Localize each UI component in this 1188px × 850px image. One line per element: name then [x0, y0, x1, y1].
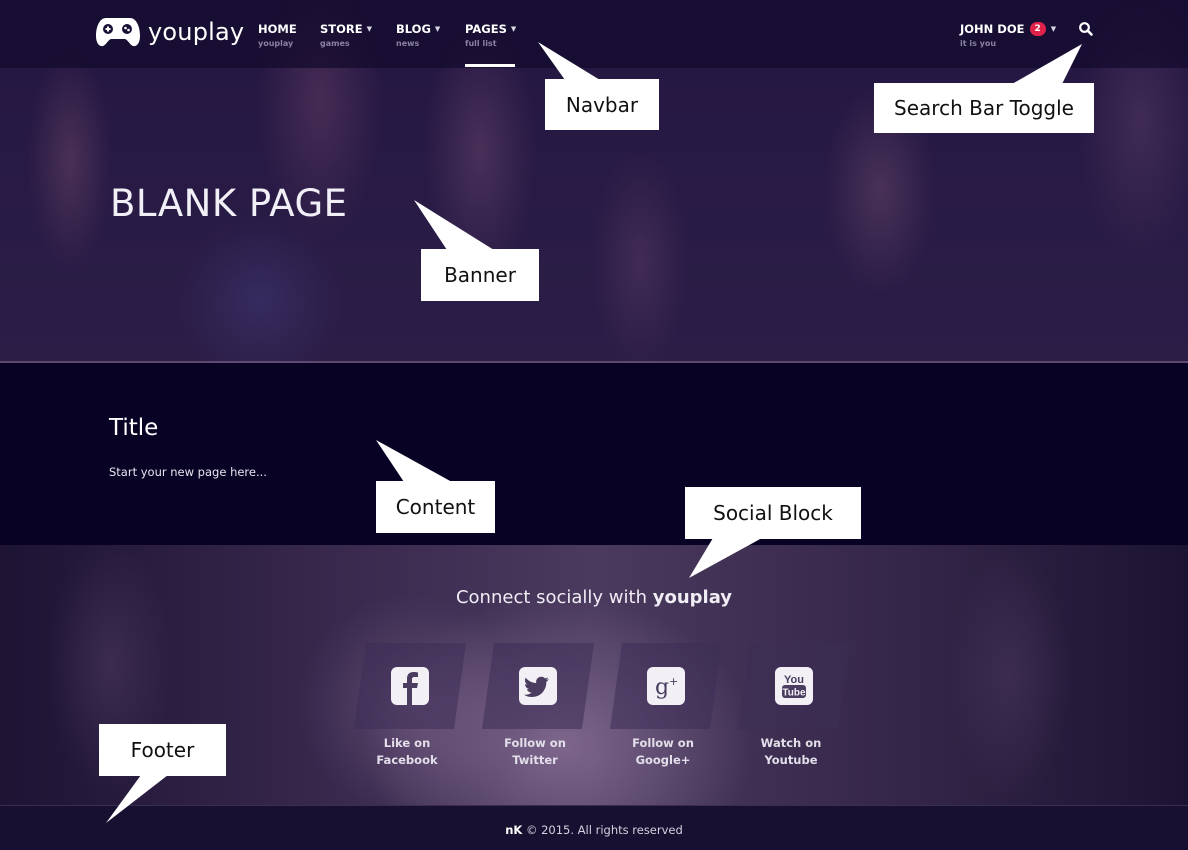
copyright-text: © 2015. All rights reserved	[522, 823, 683, 837]
social-item-youtube[interactable]: You Tube Watch on Youtube	[737, 643, 851, 769]
banner-callout: Banner	[421, 249, 539, 301]
nav-label: STORE	[320, 22, 363, 36]
nav-label: HOME	[258, 22, 297, 36]
active-nav-indicator	[465, 64, 515, 67]
nav-item-home[interactable]: HOME youplay	[258, 22, 297, 48]
nav-sublabel: full list	[465, 39, 497, 48]
logo[interactable]: youplay	[96, 16, 244, 48]
svg-text:You: You	[784, 674, 804, 686]
user-sublabel: it is you	[960, 39, 997, 48]
nav-label: PAGES	[465, 22, 507, 36]
twitter-icon	[519, 667, 557, 705]
social-tile[interactable]: You Tube	[737, 643, 851, 729]
content-text: Start your new page here...	[109, 465, 267, 479]
footer-callout: Footer	[99, 724, 226, 776]
page-title: BLANK PAGE	[110, 182, 348, 225]
caret-down-icon: ▼	[366, 25, 373, 33]
nav-sublabel: youplay	[258, 39, 294, 48]
search-callout: Search Bar Toggle	[874, 83, 1094, 133]
svg-text:+: +	[669, 675, 678, 688]
nav-sublabel: news	[396, 39, 420, 48]
content-callout: Content	[376, 481, 495, 533]
notification-badge: 2	[1029, 22, 1046, 36]
nav-item-store[interactable]: STORE ▼ games	[320, 22, 372, 48]
social-label: Follow on Twitter	[504, 736, 566, 767]
user-menu[interactable]: JOHN DOE 2 ▼ it is you	[960, 22, 1056, 48]
navbar: youplay HOME youplay STORE ▼ games BLOG ▼ …	[0, 0, 1188, 68]
svg-text:g: g	[655, 675, 669, 700]
social-heading-text: Connect socially with	[455, 587, 653, 608]
facebook-icon	[391, 667, 429, 705]
social-item-google-plus[interactable]: g + Follow on Google+	[609, 643, 723, 769]
content-title: Title	[109, 415, 159, 441]
social-heading-brand: youplay	[652, 587, 733, 608]
nav-item-blog[interactable]: BLOG ▼ news	[396, 22, 440, 48]
social-callout: Social Block	[685, 487, 861, 539]
user-name: JOHN DOE	[960, 22, 1025, 36]
nav-sublabel: games	[320, 39, 350, 48]
caret-down-icon: ▼	[1050, 25, 1057, 33]
brand-name: youplay	[148, 18, 245, 46]
social-tile[interactable]	[481, 643, 595, 729]
gamepad-icon	[96, 18, 140, 47]
social-label: Watch on Youtube	[760, 736, 822, 767]
nav-label: BLOG	[396, 22, 431, 36]
nav-item-pages[interactable]: PAGES ▼ full list	[465, 22, 516, 48]
google-plus-icon: g +	[647, 667, 685, 705]
caret-down-icon: ▼	[510, 25, 517, 33]
social-label: Follow on Google+	[632, 736, 694, 767]
svg-text:Tube: Tube	[782, 688, 806, 699]
social-heading: Connect socially with youplay	[0, 587, 1188, 608]
caret-down-icon: ▼	[434, 25, 441, 33]
social-label: Like on Facebook	[376, 736, 438, 767]
social-item-facebook[interactable]: Like on Facebook	[353, 643, 467, 769]
navbar-callout: Navbar	[545, 79, 659, 130]
social-item-twitter[interactable]: Follow on Twitter	[481, 643, 595, 769]
search-icon[interactable]	[1078, 21, 1094, 37]
content-section: Title Start your new page here...	[0, 363, 1188, 545]
social-tile[interactable]	[353, 643, 467, 729]
copyright-brand: nK	[505, 823, 523, 837]
copyright: nK © 2015. All rights reserved	[0, 823, 1188, 837]
footer: nK © 2015. All rights reserved	[0, 805, 1188, 850]
social-tile[interactable]: g +	[609, 643, 723, 729]
youtube-icon: You Tube	[775, 667, 813, 705]
